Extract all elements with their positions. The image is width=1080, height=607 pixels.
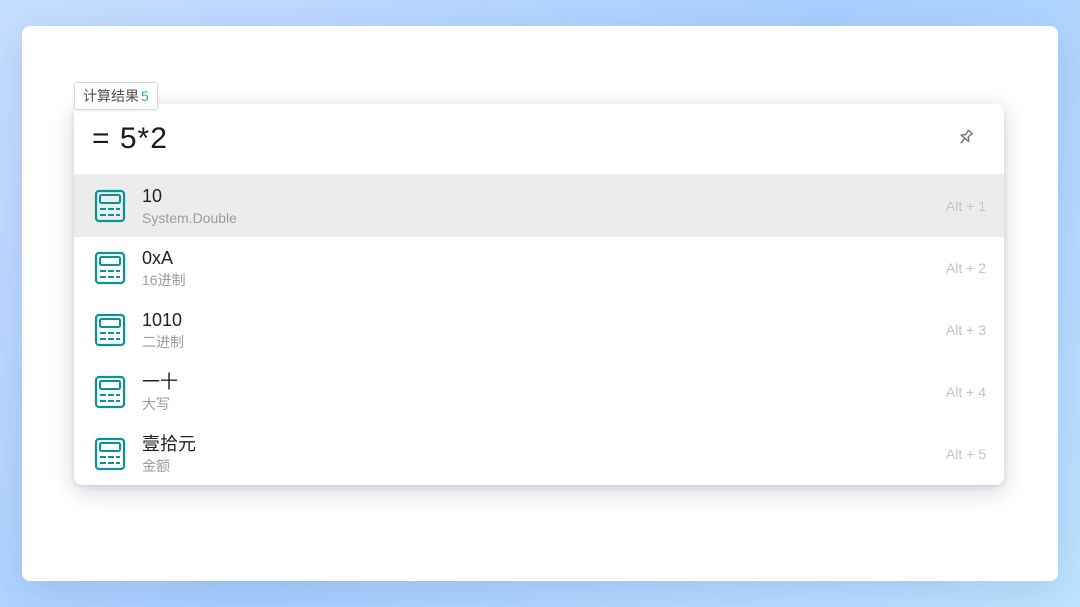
result-item[interactable]: 10 System.Double Alt + 1 [74,175,1004,237]
calculator-icon [92,374,128,410]
result-shortcut: Alt + 5 [946,446,986,462]
calculator-icon [92,250,128,286]
result-text: 1010 二进制 [142,309,934,351]
result-subtitle: 大写 [142,396,934,414]
result-item[interactable]: 1010 二进制 Alt + 3 [74,299,1004,361]
result-title: 1010 [142,309,934,332]
results-list: 10 System.Double Alt + 1 0xA 16进制 Alt + 2 10… [74,174,1004,485]
result-shortcut: Alt + 3 [946,322,986,338]
app-card: 计算结果5 10System.DoubleAlt + 1 0xA16 [22,26,1058,581]
result-title: 一十 [142,371,934,394]
result-shortcut: Alt + 2 [946,260,986,276]
search-row [74,104,1004,174]
result-text: 一十大写 [142,371,934,413]
result-subtitle: 二进制 [142,334,934,352]
result-item[interactable]: 壹拾元金额 Alt + 5 [74,423,1004,485]
pin-icon [956,127,976,152]
result-subtitle: System.Double [142,210,934,228]
result-item[interactable]: 0xA 16进制 Alt + 2 [74,237,1004,299]
result-badge-label: 计算结果 [83,88,139,104]
result-text: 0xA 16进制 [142,247,934,289]
pin-button[interactable] [952,125,980,153]
result-shortcut: Alt + 4 [946,384,986,400]
result-subtitle: 16进制 [142,272,934,290]
result-title: 0xA [142,247,934,270]
launcher-panel: 10 System.Double Alt + 1 0xA 16进制 Alt + 2 10… [74,104,1004,485]
result-text: 壹拾元金额 [142,433,934,475]
result-text: 10 System.Double [142,185,934,227]
result-title: 壹拾元 [142,433,934,456]
search-input[interactable] [92,122,952,156]
calculator-icon [92,188,128,224]
result-badge-count: 5 [141,88,149,104]
result-title: 10 [142,185,934,208]
calculator-icon [92,312,128,348]
result-shortcut: Alt + 1 [946,198,986,214]
result-subtitle: 金额 [142,458,934,476]
result-badge: 计算结果5 [74,82,158,110]
calculator-icon [92,436,128,472]
result-item[interactable]: 一十大写 Alt + 4 [74,361,1004,423]
